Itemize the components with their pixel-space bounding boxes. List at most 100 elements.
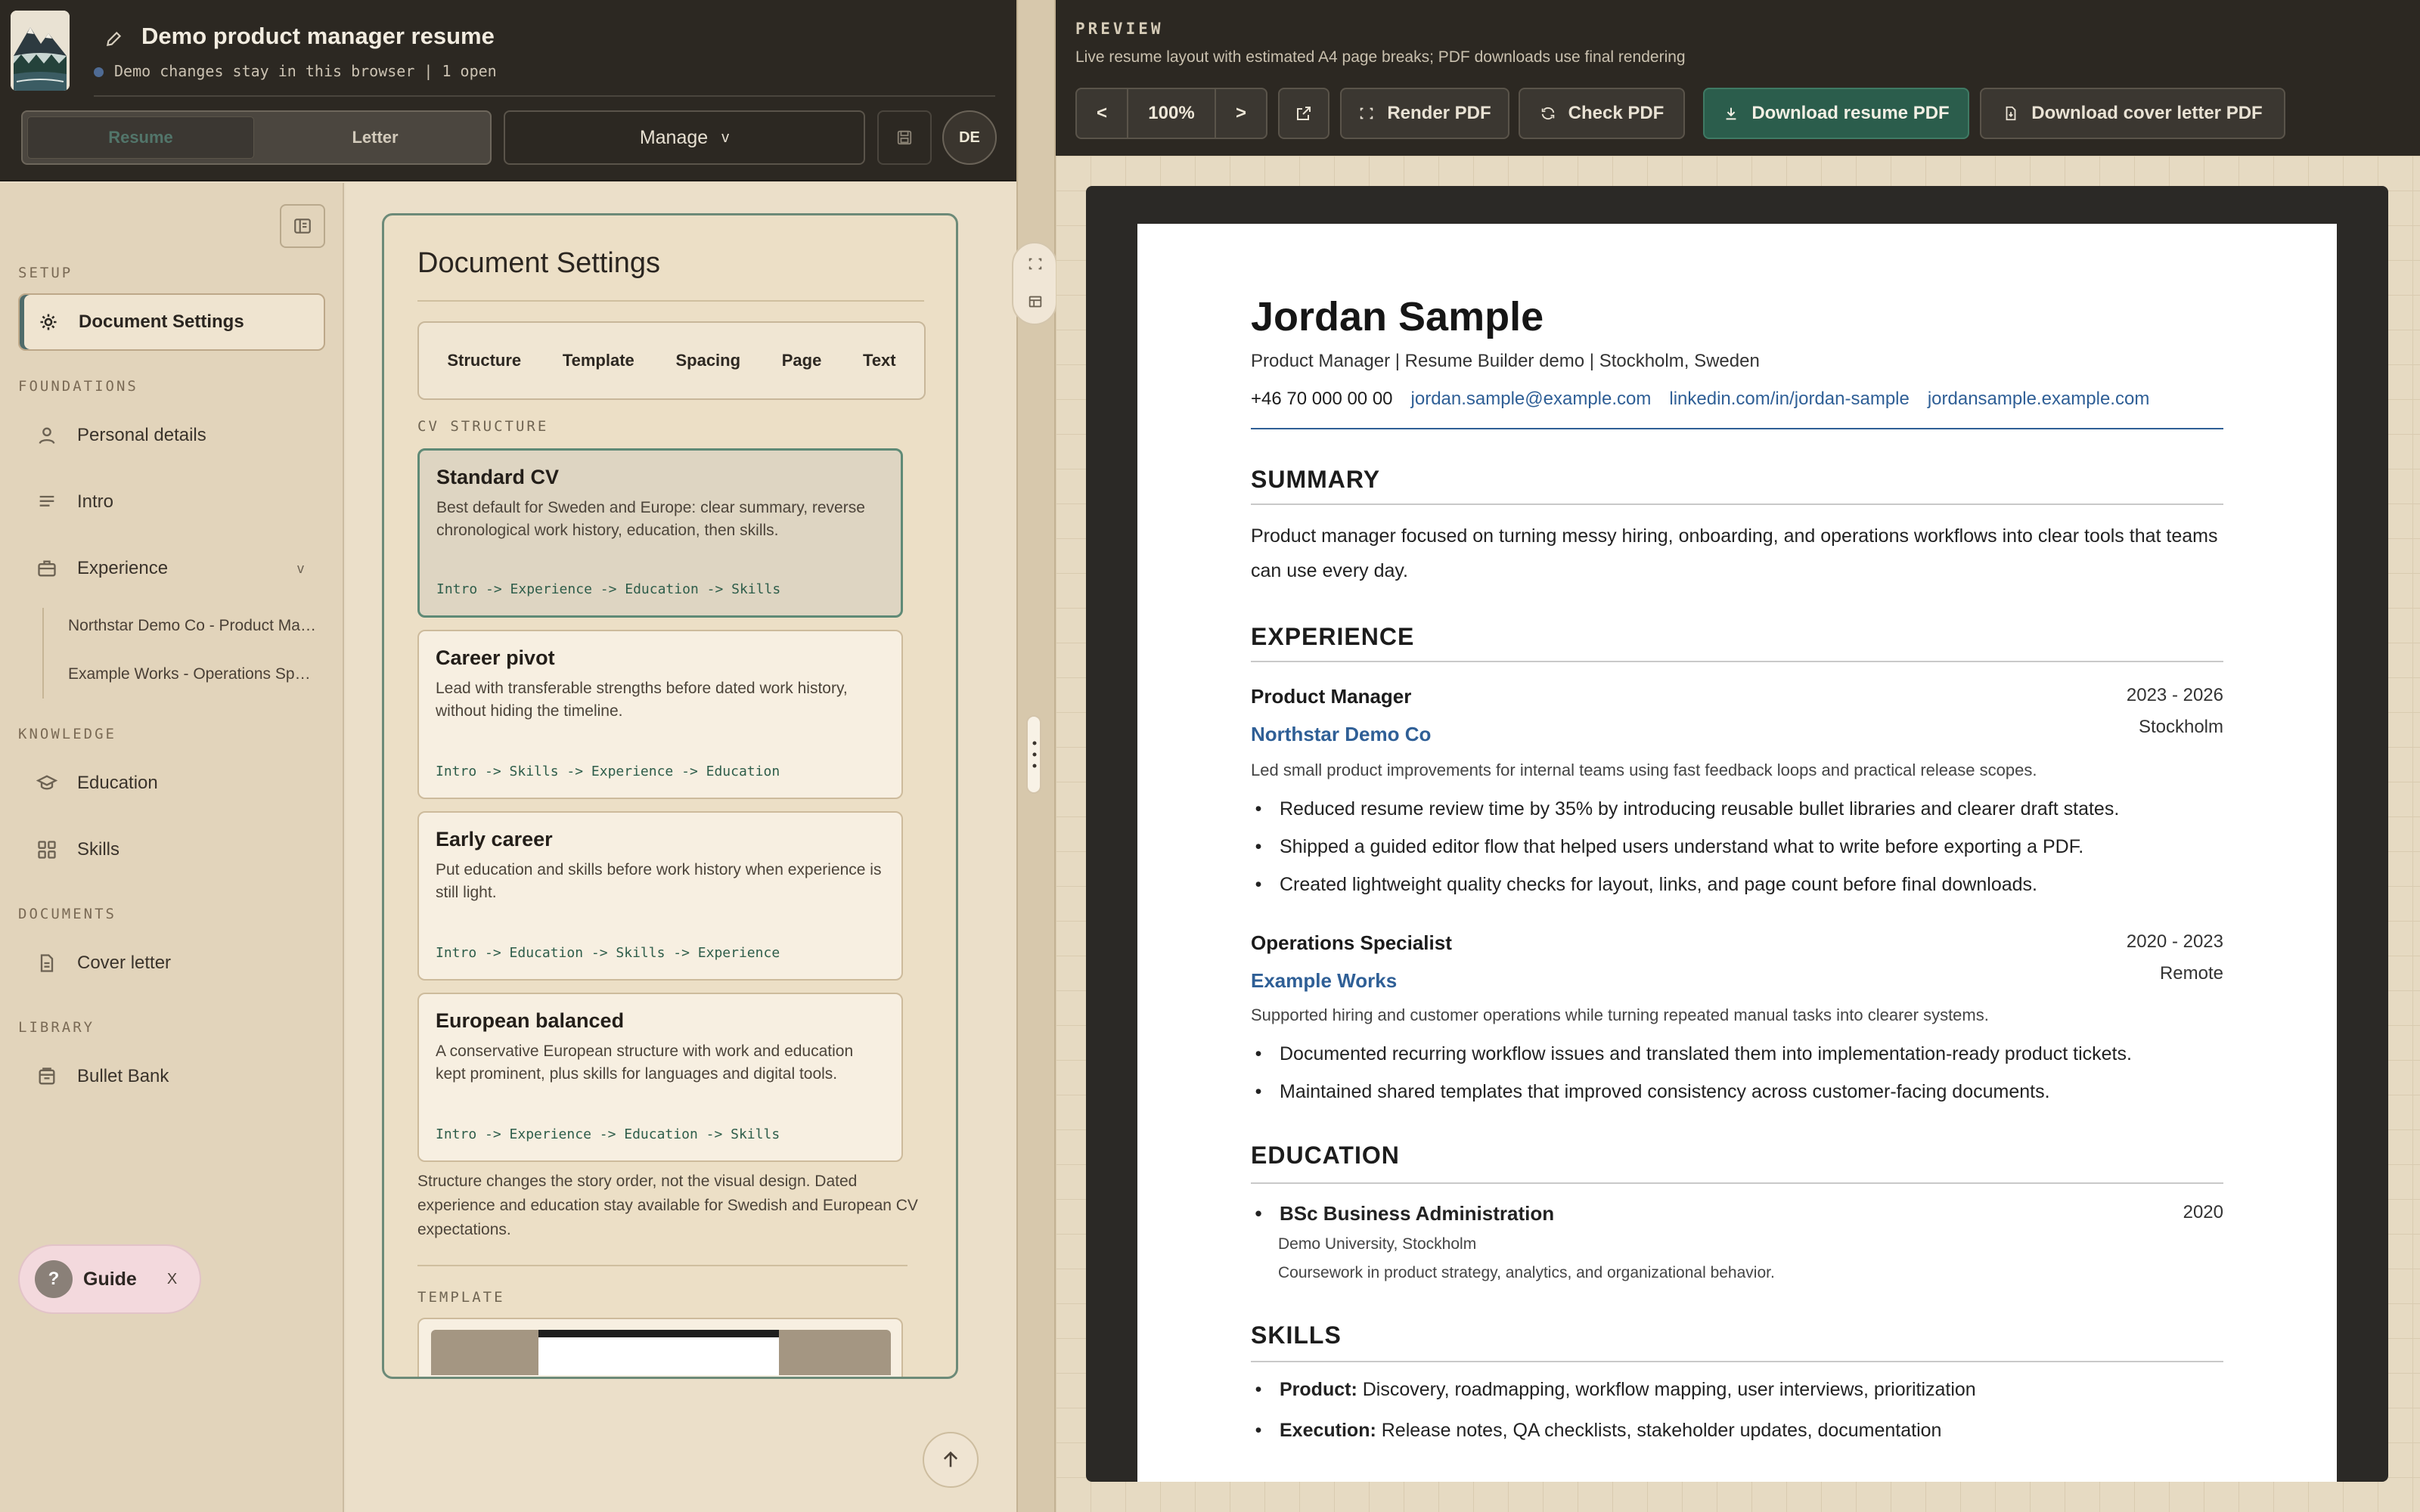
sidebar-item-label: Education xyxy=(77,773,158,793)
zoom-level[interactable]: 100% xyxy=(1127,89,1216,138)
card-flow: Intro -> Experience -> Education -> Skil… xyxy=(436,581,781,597)
job-title: Product Manager xyxy=(1251,685,1412,708)
download-resume-label: Download resume PDF xyxy=(1751,103,1950,123)
section-library: LIBRARY xyxy=(18,1019,95,1036)
structure-card-career-pivot[interactable]: Career pivot Lead with transferable stre… xyxy=(417,630,903,799)
structure-card-standard[interactable]: Standard CV Best default for Sweden and … xyxy=(417,448,903,618)
structure-card-european-balanced[interactable]: European balanced A conservative Europea… xyxy=(417,993,903,1162)
zoom-out-button[interactable]: < xyxy=(1077,89,1127,138)
chevron-down-icon[interactable]: v xyxy=(297,561,304,577)
panel-divider xyxy=(417,300,924,302)
contact-phone: +46 70 000 00 00 xyxy=(1251,389,1393,409)
skills-heading: SKILLS xyxy=(1251,1321,1342,1349)
layout-icon[interactable] xyxy=(1027,293,1044,310)
template-thumbnail[interactable] xyxy=(417,1318,903,1377)
sidebar-item-skills[interactable]: Skills xyxy=(18,821,325,878)
bullet-text: Created lightweight quality checks for l… xyxy=(1280,874,2037,895)
template-label: TEMPLATE xyxy=(417,1289,505,1306)
job-company: Example Works xyxy=(1251,969,1398,992)
sidebar-item-personal-details[interactable]: Personal details xyxy=(18,407,325,464)
panel-title: Document Settings xyxy=(417,247,661,279)
card-description: Lead with transferable strengths before … xyxy=(436,680,848,720)
education-year: 2020 xyxy=(2183,1202,2223,1222)
card-title: Career pivot xyxy=(436,646,555,669)
job-bullet: • Maintained shared templates that improv… xyxy=(1255,1081,2050,1102)
sidebar-item-intro[interactable]: Intro xyxy=(18,473,325,531)
status-text: Demo changes stay in this browser | 1 op… xyxy=(114,62,497,80)
resize-handle[interactable] xyxy=(1026,715,1041,794)
open-external-button[interactable] xyxy=(1278,88,1329,139)
scroll-to-top-button[interactable] xyxy=(923,1432,979,1488)
education-school: Demo University, Stockholm xyxy=(1278,1235,1477,1253)
edit-title-icon[interactable] xyxy=(104,29,124,48)
sidebar-subitem-example-works[interactable]: Example Works - Operations Specialist xyxy=(68,665,318,683)
sidebar-toggle-icon xyxy=(294,218,311,234)
tab-spacing[interactable]: Spacing xyxy=(675,351,740,370)
job-bullet: • Created lightweight quality checks for … xyxy=(1255,874,2037,895)
download-cover-letter-pdf-button[interactable]: Download cover letter PDF xyxy=(1980,88,2285,139)
preview-subtitle: Live resume layout with estimated A4 pag… xyxy=(1075,48,1686,66)
summary-heading: SUMMARY xyxy=(1251,466,1381,493)
job-location: Stockholm xyxy=(2138,717,2223,737)
job-bullet: • Reduced resume review time by 35% by in… xyxy=(1255,798,2120,820)
job-company: Northstar Demo Co xyxy=(1251,723,1432,745)
zoom-in-button[interactable]: > xyxy=(1216,89,1266,138)
drag-handle-icon xyxy=(1032,741,1037,768)
bullet-text: Documented recurring workflow issues and… xyxy=(1280,1043,2132,1064)
subitem-guide-line xyxy=(42,608,44,699)
header-rule xyxy=(1251,428,2223,429)
archive-icon xyxy=(39,1067,55,1085)
sidebar-item-education[interactable]: Education xyxy=(18,754,325,812)
preview-label: PREVIEW xyxy=(1075,20,1164,38)
section-rule xyxy=(1251,661,2223,662)
sidebar-item-label: Bullet Bank xyxy=(77,1066,169,1086)
contact-linkedin[interactable]: linkedin.com/in/jordan-sample xyxy=(1669,389,1909,410)
job-description: Led small product improvements for inter… xyxy=(1251,761,2037,779)
settings-area: Document Settings Structure Template Spa… xyxy=(346,183,1016,1512)
education-heading: EDUCATION xyxy=(1251,1142,1400,1169)
experience-heading: EXPERIENCE xyxy=(1251,623,1415,650)
skill-value: Release notes, QA checklists, stakeholde… xyxy=(1381,1420,1942,1441)
mode-tab-resume[interactable]: Resume xyxy=(27,116,254,159)
mode-tab-letter[interactable]: Letter xyxy=(262,116,489,159)
save-button[interactable] xyxy=(877,110,932,165)
resume-name: Jordan Sample xyxy=(1251,294,1544,339)
header-divider xyxy=(94,95,995,97)
tab-template[interactable]: Template xyxy=(563,351,634,370)
sidebar-item-bullet-bank[interactable]: Bullet Bank xyxy=(18,1048,325,1105)
contact-email[interactable]: jordan.sample@example.com xyxy=(1411,389,1652,410)
avatar[interactable]: DE xyxy=(942,110,997,165)
card-description: Put education and skills before work his… xyxy=(436,861,882,901)
fit-width-icon[interactable] xyxy=(1027,256,1044,272)
app-logo[interactable] xyxy=(11,11,70,91)
collapse-sidebar-button[interactable] xyxy=(280,204,325,248)
close-guide-button[interactable]: X xyxy=(167,1271,177,1288)
sidebar-item-label: Personal details xyxy=(77,425,206,445)
refresh-icon xyxy=(1541,107,1554,120)
structure-card-early-career[interactable]: Early career Put education and skills be… xyxy=(417,811,903,981)
check-pdf-button[interactable]: Check PDF xyxy=(1519,88,1685,139)
help-icon: ? xyxy=(35,1260,73,1298)
download-resume-pdf-button[interactable]: Download resume PDF xyxy=(1703,88,1969,139)
sidebar-item-label: Cover letter xyxy=(77,953,172,973)
bullet-text: Shipped a guided editor flow that helped… xyxy=(1280,836,2084,857)
sidebar-item-experience[interactable]: Experience v xyxy=(18,540,325,597)
sidebar-item-cover-letter[interactable]: Cover letter xyxy=(18,934,325,992)
render-pdf-button[interactable]: Render PDF xyxy=(1340,88,1509,139)
tab-text[interactable]: Text xyxy=(863,351,896,370)
education-degree: BSc Business Administration xyxy=(1280,1202,1555,1225)
tab-page[interactable]: Page xyxy=(782,351,822,370)
tab-structure[interactable]: Structure xyxy=(447,351,521,370)
sidebar-subitem-northstar[interactable]: Northstar Demo Co - Product Manager xyxy=(68,617,318,635)
contact-website[interactable]: jordansample.example.com xyxy=(1928,389,2149,410)
briefcase-icon xyxy=(38,560,56,577)
bullet-text: Reduced resume review time by 35% by int… xyxy=(1280,798,2120,820)
card-title: Early career xyxy=(436,828,553,850)
manage-dropdown[interactable]: Manage v xyxy=(504,110,865,165)
document-title[interactable]: Demo product manager resume xyxy=(141,23,495,50)
section-documents: DOCUMENTS xyxy=(18,906,116,922)
manage-label: Manage xyxy=(639,126,709,148)
guide-button[interactable]: ? Guide X xyxy=(18,1244,201,1314)
sidebar-item-document-settings[interactable]: Document Settings xyxy=(18,293,325,351)
preview-header: PREVIEW Live resume layout with estimate… xyxy=(1056,0,2420,156)
